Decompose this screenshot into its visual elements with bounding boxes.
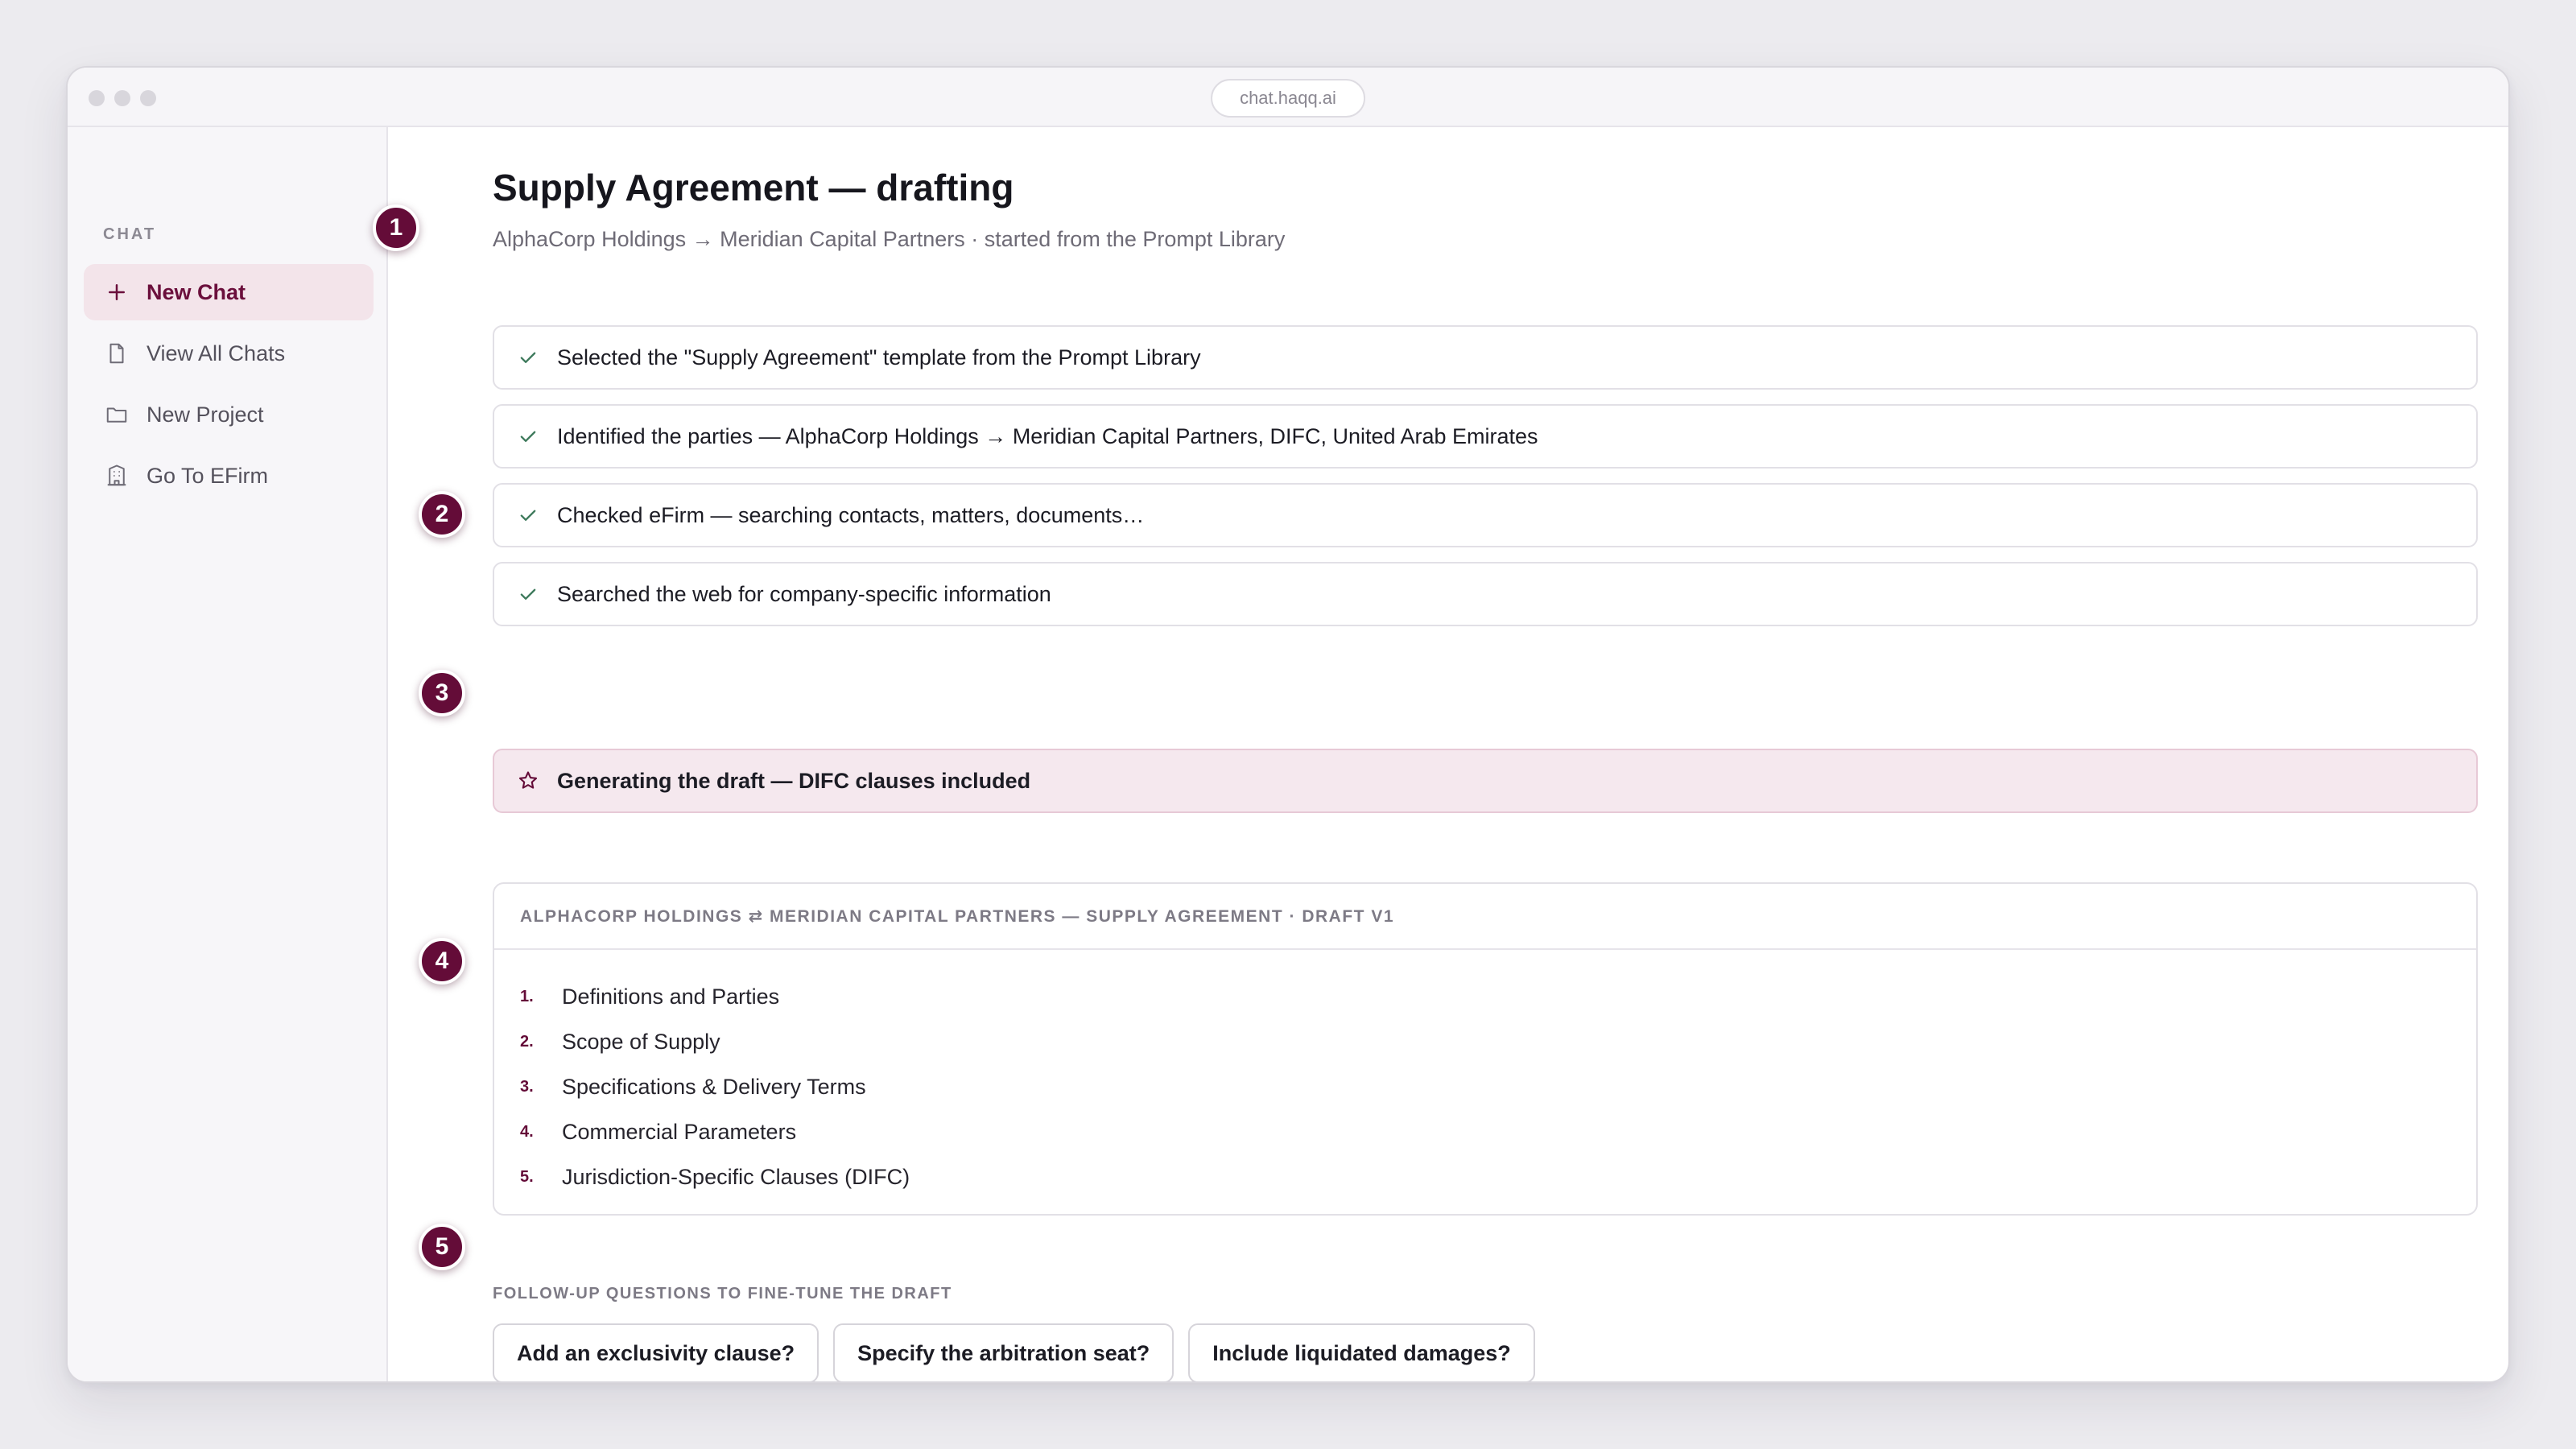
document-icon — [109, 343, 124, 364]
sidebar-item-new-chat[interactable]: New Chat — [84, 264, 374, 320]
sidebar-item-label: New Project — [147, 402, 264, 427]
section-number: 4. — [520, 1122, 534, 1141]
section-number: 1. — [520, 987, 534, 1005]
minimize-window-dot[interactable] — [114, 90, 130, 106]
maximize-window-dot[interactable] — [140, 90, 156, 106]
check-icon — [520, 588, 536, 600]
page-subtitle: AlphaCorp Holdings → Meridian Capital Pa… — [493, 227, 1286, 251]
check-icon — [520, 510, 536, 521]
chat-main: Supply Agreement — drafting AlphaCorp Ho… — [390, 127, 2508, 1381]
section-title: Commercial Parameters — [562, 1119, 797, 1144]
followup-chip-arbitration-seat[interactable]: Specify the arbitration seat? — [833, 1323, 1174, 1381]
step-label: Checked eFirm — searching contacts, matt… — [557, 502, 1145, 527]
draft-section: 2. Scope of Supply — [520, 1019, 2476, 1064]
followup-chips: Add an exclusivity clause? Specify the a… — [493, 1323, 1535, 1381]
draft-section: 4. Commercial Parameters — [520, 1109, 2476, 1154]
sidebar-item-view-all-chats[interactable]: View All Chats — [84, 325, 374, 382]
section-number: 2. — [520, 1032, 534, 1051]
sidebar-item-label: Go To EFirm — [147, 463, 269, 488]
draft-section-list: 1. Definitions and Parties 2. Scope of S… — [494, 950, 2476, 1199]
sidebar-item-label: New Chat — [147, 279, 246, 304]
address-bar[interactable]: chat.haqq.ai — [1211, 79, 1365, 118]
section-number: 3. — [520, 1077, 534, 1096]
progress-step: Searched the web for company-specific in… — [493, 562, 2478, 626]
sidebar-item-label: View All Chats — [147, 341, 286, 365]
draft-section: 1. Definitions and Parties — [520, 974, 2476, 1019]
section-number: 5. — [520, 1167, 534, 1186]
progress-step: Identified the parties — AlphaCorp Holdi… — [493, 404, 2478, 469]
draft-outline-card[interactable]: ALPHACORP HOLDINGS ⇄ MERIDIAN CAPITAL PA… — [493, 882, 2478, 1216]
section-title: Definitions and Parties — [562, 984, 780, 1009]
section-title: Scope of Supply — [562, 1029, 720, 1054]
building-icon — [107, 464, 126, 486]
browser-window: chat.haqq.ai CHAT New Chat View All Chat… — [66, 66, 2510, 1383]
close-window-dot[interactable] — [89, 90, 105, 106]
sidebar: CHAT New Chat View All Chats New Project… — [68, 127, 388, 1381]
window-controls — [89, 90, 156, 106]
callout-badge: 5 — [419, 1224, 465, 1270]
step-label: Searched the web for company-specific in… — [557, 581, 1051, 606]
page-title: Supply Agreement — drafting — [493, 167, 1014, 208]
section-title: Jurisdiction-Specific Clauses (DIFC) — [562, 1164, 910, 1189]
followup-chip-liquidated-damages[interactable]: Include liquidated damages? — [1188, 1323, 1535, 1381]
sidebar-item-go-to-efirm[interactable]: Go To EFirm — [84, 448, 374, 504]
callout-badge: 2 — [419, 491, 465, 538]
progress-step: Checked eFirm — searching contacts, matt… — [493, 483, 2478, 547]
step-label: Selected the "Supply Agreement" template… — [557, 345, 1201, 369]
section-title: Specifications & Delivery Terms — [562, 1074, 866, 1099]
followup-label: FOLLOW-UP QUESTIONS TO FINE-TUNE THE DRA… — [493, 1285, 952, 1302]
sidebar-item-new-project[interactable]: New Project — [84, 386, 374, 443]
sparkle-icon — [518, 771, 538, 789]
draft-section: 5. Jurisdiction-Specific Clauses (DIFC) — [520, 1154, 2476, 1199]
check-icon — [520, 431, 536, 442]
plus-icon — [109, 284, 125, 300]
browser-titlebar: chat.haqq.ai — [68, 68, 2508, 127]
progress-step-generating: Generating the draft — DIFC clauses incl… — [493, 749, 2478, 813]
step-label: Generating the draft — DIFC clauses incl… — [557, 768, 1031, 793]
check-icon — [520, 352, 536, 363]
draft-header: ALPHACORP HOLDINGS ⇄ MERIDIAN CAPITAL PA… — [494, 884, 2476, 950]
callout-badge: 1 — [373, 204, 419, 251]
folder-icon — [106, 407, 127, 423]
callout-badge: 4 — [419, 938, 465, 985]
draft-section: 3. Specifications & Delivery Terms — [520, 1064, 2476, 1109]
progress-step: Selected the "Supply Agreement" template… — [493, 325, 2478, 390]
sidebar-section-label: CHAT — [103, 225, 157, 243]
step-label: Identified the parties — AlphaCorp Holdi… — [557, 423, 1538, 448]
callout-badge: 3 — [419, 670, 465, 716]
followup-chip-exclusivity[interactable]: Add an exclusivity clause? — [493, 1323, 819, 1381]
